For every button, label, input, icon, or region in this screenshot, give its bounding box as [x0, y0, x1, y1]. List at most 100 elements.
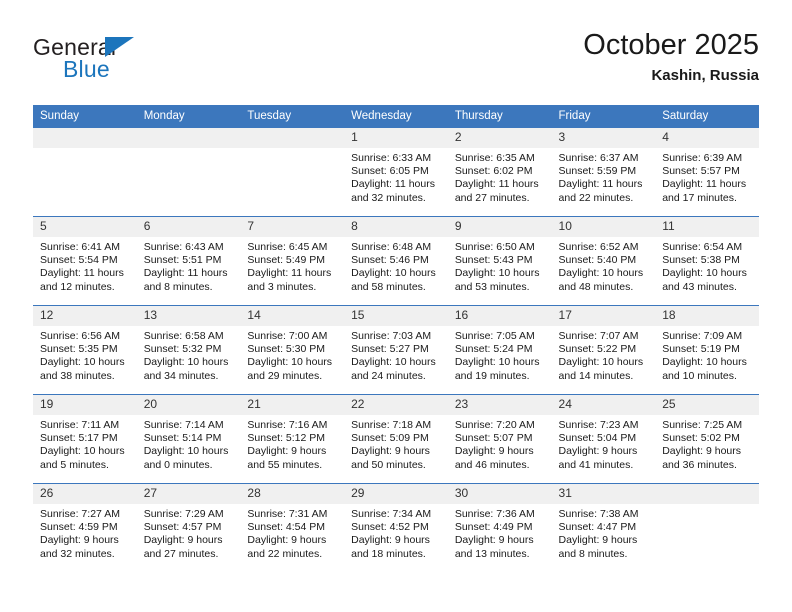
day-number-band: [33, 128, 137, 148]
calendar-day-cell[interactable]: 12 Sunrise: 6:56 AM Sunset: 5:35 PM Dayligh…: [33, 305, 137, 395]
daylight-text-line2: and 48 minutes.: [558, 280, 634, 293]
sunrise-text: Sunrise: 7:31 AM: [247, 508, 328, 520]
sunset-text: Sunset: 5:32 PM: [143, 343, 222, 356]
daylight-text-line1: Daylight: 9 hours: [454, 445, 534, 458]
calendar-day-cell[interactable]: 5 Sunrise: 6:41 AM Sunset: 5:54 PM Daylight…: [33, 216, 137, 306]
calendar-day-cell[interactable]: 22 Sunrise: 7:18 AM Sunset: 5:09 PM Dayligh…: [344, 394, 448, 484]
day-details: Sunrise: 7:09 AM Sunset: 5:19 PM Daylight:…: [655, 326, 759, 383]
calendar-day-cell[interactable]: 20 Sunrise: 7:14 AM Sunset: 5:14 PM Dayligh…: [136, 394, 241, 484]
sunset-text: Sunset: 5:40 PM: [558, 254, 637, 267]
daylight-text-line1: Daylight: 10 hours: [40, 356, 125, 369]
day-details: Sunrise: 6:58 AM Sunset: 5:32 PM Daylight:…: [137, 326, 241, 383]
sunrise-text: Sunrise: 7:07 AM: [558, 330, 639, 342]
sunrise-text: Sunrise: 7:27 AM: [40, 508, 120, 520]
sunrise-text: Sunrise: 7:23 AM: [558, 419, 639, 431]
day-number: 30: [447, 484, 552, 504]
daylight-text-line1: Daylight: 10 hours: [558, 356, 644, 369]
logo-triangle-icon: [105, 37, 134, 57]
calendar-day-cell[interactable]: 30 Sunrise: 7:36 AM Sunset: 4:49 PM Dayligh…: [447, 483, 552, 572]
sunset-text: Sunset: 4:52 PM: [351, 521, 429, 534]
column-header-friday: Friday: [551, 105, 656, 128]
calendar-cell-empty: [655, 483, 759, 572]
calendar-day-cell[interactable]: 1 Sunrise: 6:33 AM Sunset: 6:05 PM Daylight…: [344, 128, 448, 217]
calendar-day-cell[interactable]: 3 Sunrise: 6:37 AM Sunset: 5:59 PM Daylight…: [551, 128, 656, 217]
sunrise-text: Sunrise: 7:34 AM: [351, 508, 432, 520]
day-details: Sunrise: 6:39 AM Sunset: 5:57 PM Daylight:…: [655, 148, 759, 205]
calendar-day-cell[interactable]: 14 Sunrise: 7:00 AM Sunset: 5:30 PM Dayligh…: [240, 305, 345, 395]
calendar-day-cell[interactable]: 27 Sunrise: 7:29 AM Sunset: 4:57 PM Dayligh…: [136, 483, 241, 572]
sunrise-text: Sunrise: 6:58 AM: [143, 330, 224, 342]
sunset-text: Sunset: 5:59 PM: [558, 165, 637, 178]
daylight-text-line2: and 13 minutes.: [454, 547, 530, 560]
calendar-day-cell[interactable]: 28 Sunrise: 7:31 AM Sunset: 4:54 PM Dayligh…: [240, 483, 345, 572]
calendar-day-cell[interactable]: 29 Sunrise: 7:34 AM Sunset: 4:52 PM Dayligh…: [344, 483, 448, 572]
calendar-day-cell[interactable]: 18 Sunrise: 7:09 AM Sunset: 5:19 PM Dayligh…: [655, 305, 759, 395]
sunset-text: Sunset: 5:46 PM: [351, 254, 429, 267]
calendar-week-row: 19 Sunrise: 7:11 AM Sunset: 5:17 PM Dayligh…: [33, 394, 759, 484]
sunset-text: Sunset: 5:19 PM: [662, 343, 740, 356]
calendar-day-cell[interactable]: 24 Sunrise: 7:23 AM Sunset: 5:04 PM Dayligh…: [551, 394, 656, 484]
day-details: Sunrise: 7:38 AM Sunset: 4:47 PM Daylight:…: [552, 504, 656, 561]
daylight-text-line1: Daylight: 9 hours: [558, 445, 638, 458]
daylight-text-line2: and 43 minutes.: [662, 280, 737, 293]
calendar-day-cell[interactable]: 17 Sunrise: 7:07 AM Sunset: 5:22 PM Dayligh…: [551, 305, 656, 395]
day-number: 4: [655, 128, 759, 148]
calendar-day-cell[interactable]: 9 Sunrise: 6:50 AM Sunset: 5:43 PM Daylight…: [447, 216, 552, 306]
day-number: 11: [655, 217, 759, 237]
page-header: General Blue October 2025 Kashin, Russia: [33, 28, 759, 90]
calendar-day-cell[interactable]: 6 Sunrise: 6:43 AM Sunset: 5:51 PM Daylight…: [136, 216, 241, 306]
day-number-band: [655, 484, 759, 504]
calendar-header-row: Sunday Monday Tuesday Wednesday Thursday…: [33, 105, 759, 128]
day-details: Sunrise: 7:27 AM Sunset: 4:59 PM Daylight:…: [33, 504, 137, 561]
daylight-text-line2: and 27 minutes.: [143, 547, 219, 560]
sunrise-text: Sunrise: 7:00 AM: [247, 330, 328, 342]
sunrise-text: Sunrise: 6:39 AM: [662, 152, 743, 164]
sunset-text: Sunset: 5:04 PM: [558, 432, 637, 445]
daylight-text-line1: Daylight: 11 hours: [143, 267, 228, 280]
column-header-tuesday: Tuesday: [240, 105, 345, 128]
daylight-text-line2: and 8 minutes.: [143, 280, 213, 293]
sunset-text: Sunset: 5:27 PM: [351, 343, 429, 356]
sunrise-text: Sunrise: 7:03 AM: [351, 330, 432, 342]
day-number: 19: [33, 395, 137, 415]
calendar-day-cell[interactable]: 19 Sunrise: 7:11 AM Sunset: 5:17 PM Dayligh…: [33, 394, 137, 484]
daylight-text-line2: and 3 minutes.: [247, 280, 317, 293]
day-details: Sunrise: 6:43 AM Sunset: 5:51 PM Daylight:…: [137, 237, 241, 294]
sunset-text: Sunset: 5:35 PM: [40, 343, 118, 356]
daylight-text-line2: and 34 minutes.: [143, 369, 219, 382]
column-header-wednesday: Wednesday: [344, 105, 448, 128]
day-details: Sunrise: 6:45 AM Sunset: 5:49 PM Daylight:…: [240, 237, 344, 294]
day-number: 25: [655, 395, 759, 415]
calendar-day-cell[interactable]: 26 Sunrise: 7:27 AM Sunset: 4:59 PM Dayligh…: [33, 483, 137, 572]
day-number: 18: [655, 306, 759, 326]
calendar-day-cell[interactable]: 10 Sunrise: 6:52 AM Sunset: 5:40 PM Dayligh…: [551, 216, 656, 306]
sunset-text: Sunset: 4:49 PM: [454, 521, 533, 534]
day-details: Sunrise: 6:33 AM Sunset: 6:05 PM Daylight:…: [344, 148, 448, 205]
calendar-day-cell[interactable]: 21 Sunrise: 7:16 AM Sunset: 5:12 PM Dayligh…: [240, 394, 345, 484]
day-details: Sunrise: 7:31 AM Sunset: 4:54 PM Daylight:…: [240, 504, 344, 561]
daylight-text-line1: Daylight: 9 hours: [351, 534, 430, 547]
calendar-day-cell[interactable]: 8 Sunrise: 6:48 AM Sunset: 5:46 PM Daylight…: [344, 216, 448, 306]
calendar-day-cell[interactable]: 2 Sunrise: 6:35 AM Sunset: 6:02 PM Daylight…: [447, 128, 552, 217]
calendar-day-cell[interactable]: 7 Sunrise: 6:45 AM Sunset: 5:49 PM Daylight…: [240, 216, 345, 306]
day-number: 16: [447, 306, 552, 326]
calendar-day-cell[interactable]: 25 Sunrise: 7:25 AM Sunset: 5:02 PM Dayligh…: [655, 394, 759, 484]
calendar-day-cell[interactable]: 23 Sunrise: 7:20 AM Sunset: 5:07 PM Dayligh…: [447, 394, 552, 484]
sunrise-text: Sunrise: 7:14 AM: [143, 419, 224, 431]
calendar-day-cell[interactable]: 13 Sunrise: 6:58 AM Sunset: 5:32 PM Dayligh…: [136, 305, 241, 395]
calendar-day-cell[interactable]: 4 Sunrise: 6:39 AM Sunset: 5:57 PM Daylight…: [655, 128, 759, 217]
calendar-day-cell[interactable]: 16 Sunrise: 7:05 AM Sunset: 5:24 PM Dayligh…: [447, 305, 552, 395]
calendar-day-cell[interactable]: 31 Sunrise: 7:38 AM Sunset: 4:47 PM Dayligh…: [551, 483, 656, 572]
calendar-week-row: 12 Sunrise: 6:56 AM Sunset: 5:35 PM Dayligh…: [33, 305, 759, 395]
day-details: Sunrise: 6:54 AM Sunset: 5:38 PM Daylight:…: [655, 237, 759, 294]
daylight-text-line2: and 32 minutes.: [351, 191, 426, 204]
sunset-text: Sunset: 5:17 PM: [40, 432, 118, 445]
daylight-text-line2: and 22 minutes.: [558, 191, 634, 204]
daylight-text-line2: and 53 minutes.: [454, 280, 530, 293]
page-title: October 2025: [583, 29, 759, 61]
day-number-band: [136, 128, 241, 148]
calendar-day-cell[interactable]: 15 Sunrise: 7:03 AM Sunset: 5:27 PM Dayligh…: [344, 305, 448, 395]
daylight-text-line2: and 55 minutes.: [247, 458, 323, 471]
calendar-day-cell[interactable]: 11 Sunrise: 6:54 AM Sunset: 5:38 PM Dayligh…: [655, 216, 759, 306]
logo-text-blue: Blue: [63, 56, 110, 82]
